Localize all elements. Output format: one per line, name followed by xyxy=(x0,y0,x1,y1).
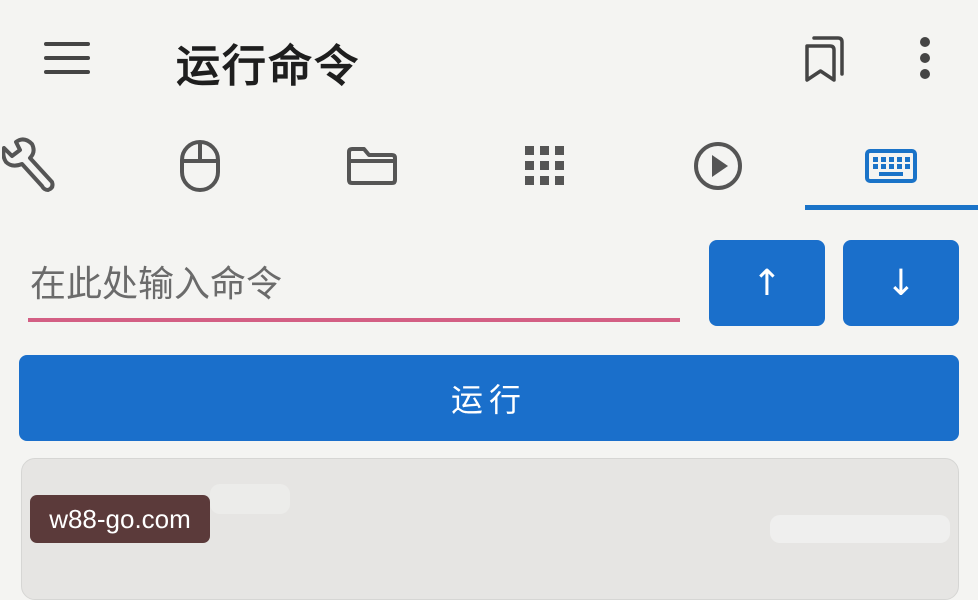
tab-bar xyxy=(0,118,978,214)
menu-button[interactable] xyxy=(44,40,90,76)
command-input-underline xyxy=(28,318,680,322)
menu-icon xyxy=(44,42,90,74)
more-vert-icon xyxy=(920,37,930,79)
tab-apps[interactable] xyxy=(515,118,575,214)
blurred-region xyxy=(770,515,950,543)
play-circle-icon xyxy=(694,142,742,190)
tab-media[interactable] xyxy=(688,118,748,214)
watermark-badge: w88-go.com xyxy=(30,495,210,543)
tab-mouse[interactable] xyxy=(168,118,232,214)
run-button[interactable]: 运行 xyxy=(19,355,959,441)
folder-icon xyxy=(347,147,397,185)
apps-grid-icon xyxy=(525,146,564,185)
bookmarks-icon xyxy=(805,36,844,82)
watermark-text: w88-go.com xyxy=(49,503,191,534)
command-input[interactable] xyxy=(28,252,684,316)
bookmarks-button[interactable] xyxy=(802,34,846,84)
mouse-icon xyxy=(180,140,220,192)
tab-files[interactable] xyxy=(340,118,404,214)
more-options-button[interactable] xyxy=(914,36,936,80)
history-up-button[interactable]: ↑ xyxy=(709,240,825,326)
selected-tab-indicator xyxy=(805,205,978,210)
run-button-label: 运行 xyxy=(450,381,527,419)
app-bar: 运行命令 xyxy=(0,0,978,118)
history-down-button[interactable]: ↓ xyxy=(843,240,959,326)
arrow-up-icon: ↑ xyxy=(751,262,783,304)
page-title: 运行命令 xyxy=(176,41,360,92)
keyboard-icon xyxy=(865,149,917,183)
wrench-icon xyxy=(2,137,55,192)
tab-tools[interactable] xyxy=(0,118,60,214)
arrow-down-icon: ↓ xyxy=(885,262,917,304)
command-field xyxy=(28,252,684,324)
blurred-region xyxy=(210,484,290,514)
tab-keyboard[interactable] xyxy=(858,118,924,214)
